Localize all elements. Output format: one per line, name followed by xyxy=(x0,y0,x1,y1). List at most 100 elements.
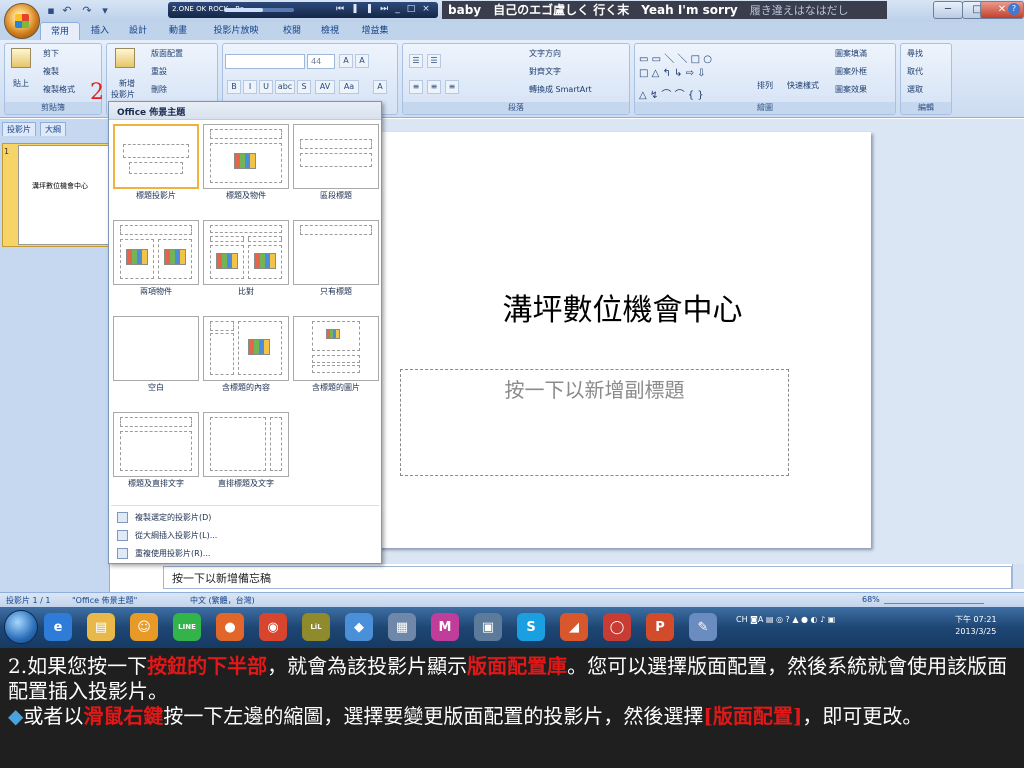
player-icon[interactable]: ◯ xyxy=(603,613,631,641)
tab-outline[interactable]: 大綱 xyxy=(40,122,66,136)
menu-slides-from-outline[interactable]: 從大綱插入投影片(L)... xyxy=(113,527,379,544)
shadow-button[interactable]: S xyxy=(297,80,311,94)
network-icon[interactable]: ▣ xyxy=(474,613,502,641)
spacing-button[interactable]: AV xyxy=(315,80,335,94)
replace-button[interactable]: 取代 xyxy=(907,66,923,77)
notes-scrollbar[interactable] xyxy=(1012,564,1024,589)
media-progress-bar[interactable] xyxy=(224,8,294,12)
new-slide-label[interactable]: 新增 xyxy=(119,78,135,89)
office-button[interactable] xyxy=(4,3,40,39)
calculator-icon[interactable]: ▦ xyxy=(388,613,416,641)
paint-icon[interactable]: ✎ xyxy=(689,613,717,641)
quick-styles-button[interactable]: 快速樣式 xyxy=(787,80,819,91)
ie-icon[interactable]: e xyxy=(44,613,72,641)
tab-view[interactable]: 檢視 xyxy=(314,22,346,40)
underline-button[interactable]: U xyxy=(259,80,273,94)
lrc-icon[interactable]: LiL xyxy=(302,613,330,641)
layout-content-caption[interactable] xyxy=(203,316,289,381)
tab-review[interactable]: 校閱 xyxy=(276,22,308,40)
smartart-button[interactable]: 轉換成 SmartArt xyxy=(529,84,592,95)
font-color-button[interactable]: A xyxy=(373,80,387,94)
bold-button[interactable]: B xyxy=(227,80,241,94)
zoom-slider[interactable] xyxy=(884,594,984,604)
arrange-button[interactable]: 排列 xyxy=(757,80,773,91)
subtitle-text[interactable]: 按一下以新增副標題 xyxy=(400,374,789,403)
new-slide-icon[interactable] xyxy=(115,48,135,68)
minimize-button[interactable]: ─ xyxy=(933,1,963,19)
tab-design[interactable]: 設計 xyxy=(122,22,154,40)
slide-canvas[interactable] xyxy=(374,132,871,548)
layout-blank[interactable] xyxy=(113,316,199,381)
layout-title-only[interactable] xyxy=(293,220,379,285)
menu-duplicate-slides[interactable]: 複製選定的投影片(D) xyxy=(113,509,379,526)
media-icon[interactable]: M xyxy=(431,613,459,641)
media-controls[interactable]: ⏮❚❚⏭_□× xyxy=(336,4,437,14)
undo-icon[interactable]: ↶ xyxy=(60,4,74,18)
tab-slideshow[interactable]: 投影片放映 xyxy=(204,22,268,40)
shapes-gallery-row3[interactable]: △ ↯ ⌒ ⌒ { } xyxy=(639,86,704,101)
tab-animation[interactable]: 動畫 xyxy=(162,22,194,40)
cut-button[interactable]: 剪下 xyxy=(43,48,59,59)
select-button[interactable]: 選取 xyxy=(907,84,923,95)
paste-label[interactable]: 貼上 xyxy=(13,78,29,89)
customize-qat-icon[interactable]: ▾ xyxy=(98,4,112,18)
slides-icon[interactable]: ◢ xyxy=(560,613,588,641)
numbering-button[interactable]: ☰ xyxy=(427,54,441,68)
align-center-button[interactable]: ≡ xyxy=(427,80,441,94)
tab-slides[interactable]: 投影片 xyxy=(2,122,36,136)
shape-outline-button[interactable]: 圖案外框 xyxy=(835,66,867,77)
shape-effects-button[interactable]: 圖案效果 xyxy=(835,84,867,95)
skype-icon[interactable]: S xyxy=(517,613,545,641)
shrink-font-button[interactable]: A xyxy=(355,54,369,68)
grow-font-button[interactable]: A xyxy=(339,54,353,68)
font-size-input[interactable]: 44 xyxy=(307,54,335,69)
paste-icon[interactable] xyxy=(11,48,31,68)
clock[interactable]: 下午 07:21 2013/3/25 xyxy=(955,614,997,638)
italic-button[interactable]: I xyxy=(243,80,257,94)
shapes-gallery-row2[interactable]: □ △ ↰ ↳ ⇨ ⇩ xyxy=(639,68,706,79)
explorer-icon[interactable]: ▤ xyxy=(87,613,115,641)
slide-title[interactable]: 溝坪數位機會中心 xyxy=(374,285,871,329)
tab-insert[interactable]: 插入 xyxy=(84,22,116,40)
save-icon[interactable]: ▪ xyxy=(44,4,58,18)
media-player-bar[interactable]: 2.ONE OK ROCK - Re ⏮❚❚⏭_□× xyxy=(168,2,438,18)
layout-title-content[interactable] xyxy=(203,124,289,189)
tab-addins[interactable]: 增益集 xyxy=(354,22,396,40)
slide-thumbnail[interactable] xyxy=(18,145,110,245)
text-direction-button[interactable]: 文字方向 xyxy=(529,48,561,59)
redo-icon[interactable]: ↷ xyxy=(80,4,94,18)
layout-button[interactable]: 版面配置 xyxy=(151,48,183,59)
shape-fill-button[interactable]: 圖案填滿 xyxy=(835,48,867,59)
new-slide-label-2[interactable]: 投影片 xyxy=(111,89,135,100)
format-painter-button[interactable]: 複製格式 xyxy=(43,84,75,95)
powerpoint-icon[interactable]: P xyxy=(646,613,674,641)
case-button[interactable]: Aa xyxy=(339,80,359,94)
menu-reuse-slides[interactable]: 重複使用投影片(R)... xyxy=(113,545,379,562)
copy-button[interactable]: 複製 xyxy=(43,66,59,77)
start-button[interactable] xyxy=(4,610,38,644)
layout-section-header[interactable] xyxy=(293,124,379,189)
layout-picture-caption[interactable] xyxy=(293,316,379,381)
layout-comparison[interactable] xyxy=(203,220,289,285)
layout-title-slide[interactable] xyxy=(113,124,199,189)
help-icon[interactable]: ? xyxy=(1008,3,1020,15)
font-name-input[interactable] xyxy=(225,54,305,69)
zoom-level[interactable]: 68% xyxy=(862,595,880,604)
shapes-gallery[interactable]: ▭ ▭ ＼ ＼ □ ○ xyxy=(639,50,712,65)
folder-icon[interactable]: ◆ xyxy=(345,613,373,641)
align-right-button[interactable]: ≡ xyxy=(445,80,459,94)
find-button[interactable]: 尋找 xyxy=(907,48,923,59)
notes-pane[interactable]: 按一下以新增備忘稿 xyxy=(163,566,1012,589)
system-tray[interactable]: CH ◙A ▤ ◎ ? ▲ ● ◐ ♪ ▣ xyxy=(736,615,936,637)
line-icon[interactable]: LINE xyxy=(173,613,201,641)
align-left-button[interactable]: ≡ xyxy=(409,80,423,94)
align-text-button[interactable]: 對齊文字 xyxy=(529,66,561,77)
layout-title-vertical-text[interactable] xyxy=(113,412,199,477)
reset-button[interactable]: 重設 xyxy=(151,66,167,77)
layout-vertical-title-text[interactable] xyxy=(203,412,289,477)
delete-button[interactable]: 刪除 xyxy=(151,84,167,95)
firefox-icon[interactable]: ● xyxy=(216,613,244,641)
strike-button[interactable]: abc xyxy=(275,80,295,94)
layout-two-content[interactable] xyxy=(113,220,199,285)
status-language[interactable]: 中文 (繁體，台灣) xyxy=(190,595,255,606)
